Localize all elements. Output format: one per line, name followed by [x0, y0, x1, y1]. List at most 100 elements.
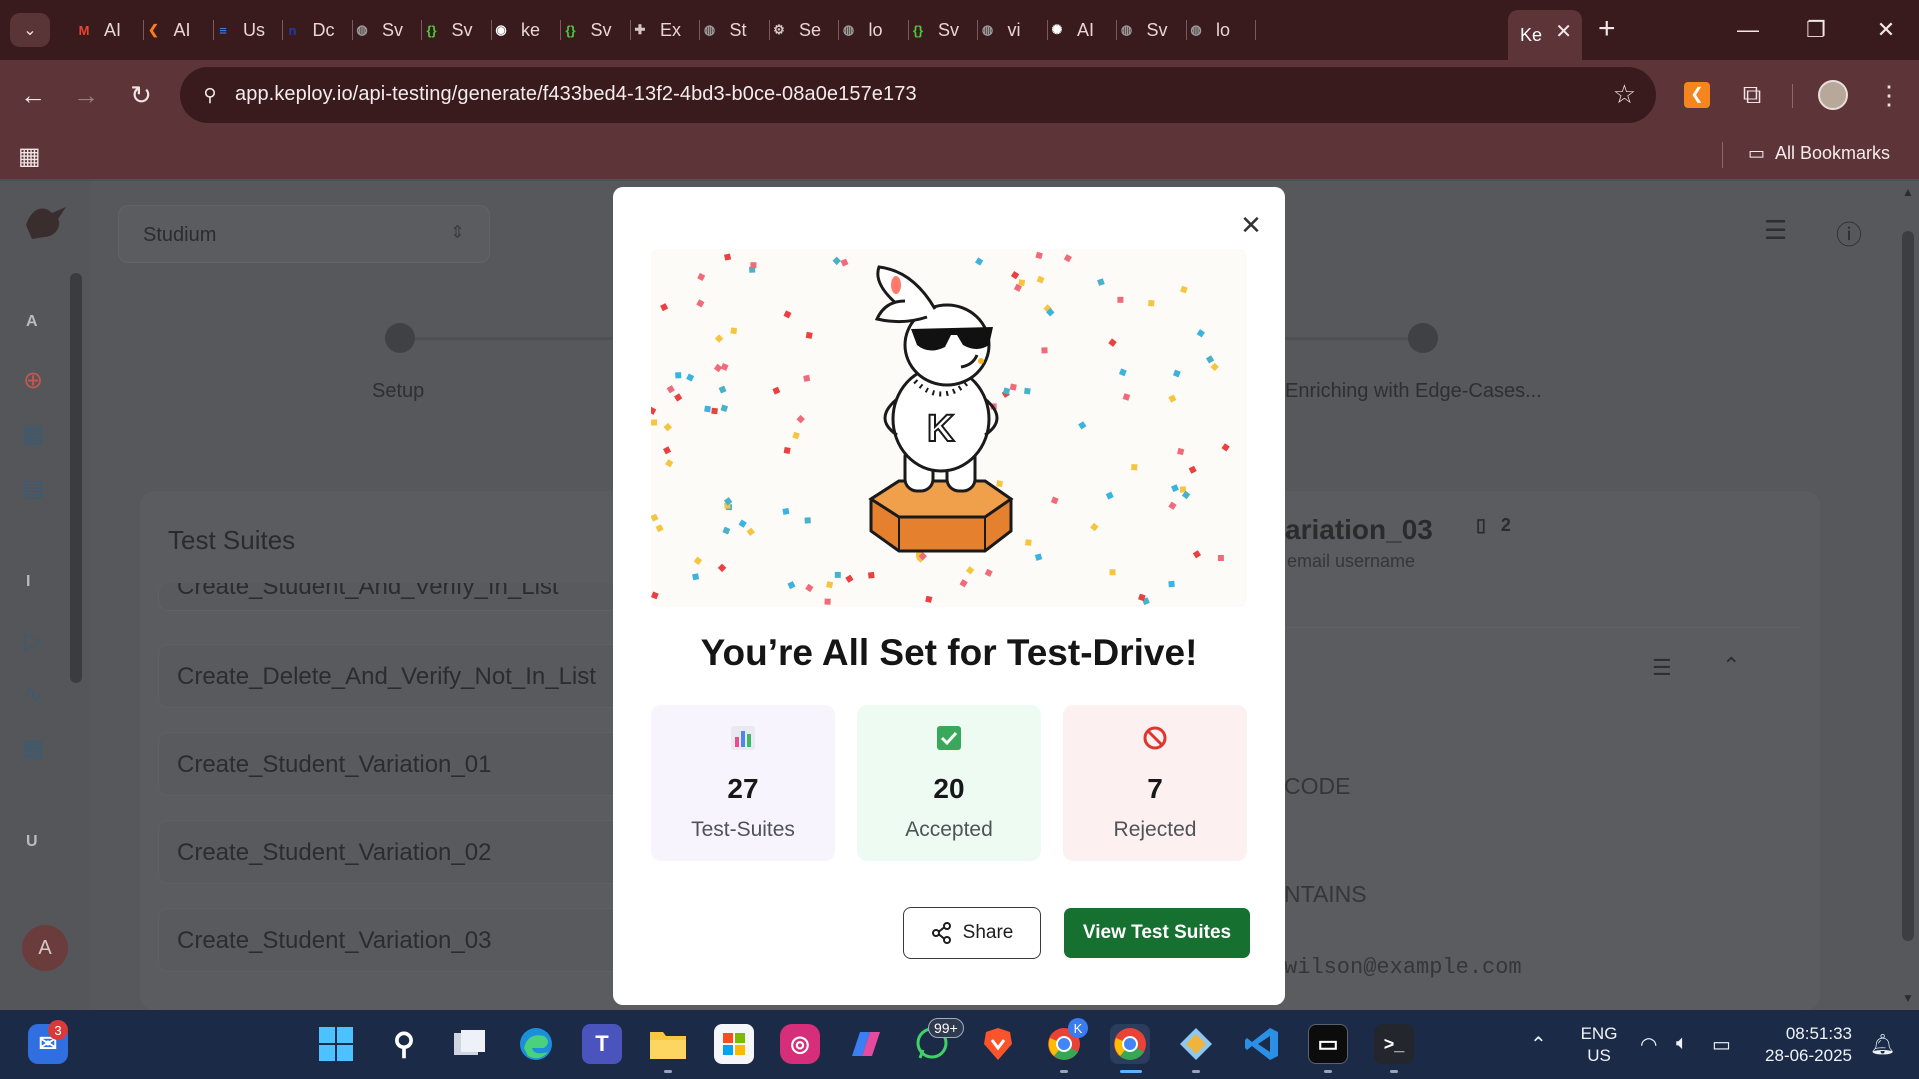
- teams-icon[interactable]: T: [582, 1024, 622, 1064]
- vscode-icon[interactable]: [1242, 1024, 1282, 1064]
- back-button[interactable]: ←: [16, 78, 50, 112]
- swagger-icon: {}: [912, 22, 924, 38]
- terminal-icon[interactable]: >_: [1374, 1024, 1414, 1064]
- close-window-button[interactable]: ✕: [1856, 10, 1916, 50]
- user-avatar[interactable]: A: [22, 925, 68, 971]
- chevron-up-icon[interactable]: ⌃: [1722, 653, 1740, 679]
- address-bar[interactable]: ⚲ app.keploy.io/api-testing/generate/f43…: [180, 67, 1656, 123]
- globe-icon: ◍: [1190, 22, 1202, 37]
- chrome-active-icon[interactable]: [1110, 1024, 1150, 1064]
- stat-card-rejected: 7 Rejected: [1063, 705, 1247, 861]
- profile-avatar[interactable]: [1816, 78, 1850, 112]
- task-view-icon[interactable]: [450, 1024, 490, 1064]
- avatar-initial: A: [38, 936, 52, 959]
- contains-label: NTAINS: [1284, 881, 1367, 907]
- wifi-icon[interactable]: ◠: [1640, 1032, 1657, 1057]
- tab-label: AI: [173, 19, 191, 40]
- battery-icon[interactable]: ▭: [1712, 1032, 1731, 1057]
- sidebar-scrollbar[interactable]: [70, 273, 82, 683]
- project-select[interactable]: Studium ⇕: [118, 205, 490, 263]
- file-explorer-icon[interactable]: [648, 1024, 688, 1064]
- apps-icon[interactable]: ▦: [18, 733, 48, 763]
- keploy-tab-icon: ❮: [148, 22, 159, 37]
- clock[interactable]: 08:51:33 28-06-2025: [1756, 1023, 1852, 1067]
- instagram-icon[interactable]: ◎: [780, 1024, 820, 1064]
- extension-keploy-icon[interactable]: ❮: [1680, 78, 1714, 112]
- docs-icon: ≡: [219, 22, 227, 38]
- share-icon: [931, 922, 951, 944]
- scroll-up-icon[interactable]: ▲: [1902, 185, 1914, 199]
- whatsapp-badge: 99+: [928, 1018, 964, 1038]
- apps-grid-icon[interactable]: ▦: [18, 142, 41, 171]
- globe-icon: ◍: [356, 22, 368, 37]
- dashboard-grid-icon[interactable]: ▦: [18, 419, 48, 449]
- browser-tab[interactable]: ◍ lo: [1172, 10, 1256, 50]
- terminal-icon[interactable]: ▭: [1308, 1024, 1348, 1064]
- scrollbar-thumb[interactable]: [1902, 231, 1914, 941]
- start-button[interactable]: [316, 1024, 356, 1064]
- swagger-icon: {}: [565, 22, 576, 38]
- stat-label: Accepted: [905, 818, 993, 841]
- copilot-icon[interactable]: [846, 1024, 886, 1064]
- document-icon[interactable]: ▤: [18, 473, 48, 503]
- sidebar-section-letter: I: [26, 573, 31, 590]
- page-scrollbar[interactable]: ▲ ▼: [1898, 181, 1919, 1010]
- step-count: 2: [1500, 515, 1511, 535]
- list-filter-icon[interactable]: ☰: [1652, 655, 1672, 681]
- browser-menu-icon[interactable]: ⋮: [1872, 78, 1906, 112]
- keploy-logo-icon[interactable]: [22, 203, 70, 243]
- suite-detail-card: [1270, 627, 1800, 1010]
- language-indicator[interactable]: ENG US: [1574, 1023, 1624, 1067]
- add-circle-icon[interactable]: ⊕: [18, 365, 48, 395]
- suite-detail-title: ariation_03: [1285, 514, 1433, 545]
- close-icon[interactable]: ✕: [1235, 209, 1267, 241]
- show-hidden-icons-chevron-icon[interactable]: ⌃: [1530, 1032, 1547, 1057]
- help-icon[interactable]: ⓘ: [1836, 215, 1862, 252]
- all-bookmarks-button[interactable]: ▭ All Bookmarks: [1748, 143, 1890, 164]
- extensions-puzzle-icon[interactable]: ⧉: [1735, 78, 1769, 112]
- close-tab-icon[interactable]: ✕: [1555, 19, 1572, 44]
- windows-taskbar: ✉ 3 ⚲ T ◎ 99+ K ▭ >_ ⌃ ENG US ◠ 🔈︎ ▭ 08:…: [0, 1010, 1919, 1079]
- store-icon[interactable]: [714, 1024, 754, 1064]
- layout-icon[interactable]: ☰: [1764, 215, 1787, 246]
- scroll-down-icon[interactable]: ▼: [1902, 991, 1914, 1005]
- minimize-button[interactable]: —: [1718, 10, 1778, 50]
- play-circle-icon[interactable]: ▷: [18, 625, 48, 655]
- volume-icon[interactable]: 🔈︎: [1676, 1032, 1688, 1055]
- restore-button[interactable]: ❐: [1786, 10, 1846, 50]
- folder-icon: ▭: [1748, 143, 1766, 163]
- forward-button[interactable]: →: [69, 78, 103, 112]
- notification-bell-icon[interactable]: 🔔︎: [1870, 1032, 1895, 1057]
- site-info-icon[interactable]: ⚲: [194, 79, 226, 111]
- tab-label: lo: [868, 19, 883, 40]
- browser-tab-bar: ⌄ M AI ❮ AI ≡ Us n Dc ◍ Sv {} Sv ◉ ke {} Sv ✚ Ex ◍ St ⚙ Se ◍ lo…: [0, 0, 1919, 60]
- line-chart-icon[interactable]: ∿: [18, 679, 48, 709]
- stat-card-accepted: 20 Accepted: [857, 705, 1041, 861]
- tab-label: AI: [1077, 19, 1095, 40]
- gear-icon: ⚙: [773, 22, 785, 37]
- share-label: Share: [962, 922, 1014, 943]
- swagger-icon: {}: [426, 22, 437, 38]
- tab-search-button[interactable]: ⌄: [10, 13, 50, 47]
- view-test-suites-button[interactable]: View Test Suites: [1064, 908, 1250, 958]
- share-button[interactable]: Share: [903, 907, 1041, 959]
- running-indicator: [664, 1070, 672, 1073]
- search-icon[interactable]: ⚲: [384, 1024, 424, 1064]
- tab-label: ke: [521, 19, 541, 40]
- bookmark-star-icon[interactable]: ☆: [1613, 79, 1636, 110]
- stat-value: 7: [1147, 773, 1163, 804]
- running-indicator: [1192, 1070, 1200, 1073]
- tab-label: vi: [1007, 19, 1021, 40]
- reload-button[interactable]: ↻: [124, 78, 158, 112]
- edge-icon[interactable]: [516, 1024, 556, 1064]
- tab-active[interactable]: Ke ✕: [1508, 10, 1582, 60]
- new-tab-button[interactable]: +: [1598, 12, 1616, 46]
- project-name: Studium: [143, 224, 217, 246]
- chevron-down-icon: ⌄: [23, 22, 37, 39]
- app-diamond-icon[interactable]: [1176, 1024, 1216, 1064]
- notion-n-icon: n: [288, 22, 297, 38]
- running-indicator-active: [1120, 1070, 1142, 1073]
- running-indicator: [1060, 1070, 1068, 1073]
- url-text[interactable]: app.keploy.io/api-testing/generate/f433b…: [235, 83, 917, 106]
- brave-icon[interactable]: [978, 1024, 1018, 1064]
